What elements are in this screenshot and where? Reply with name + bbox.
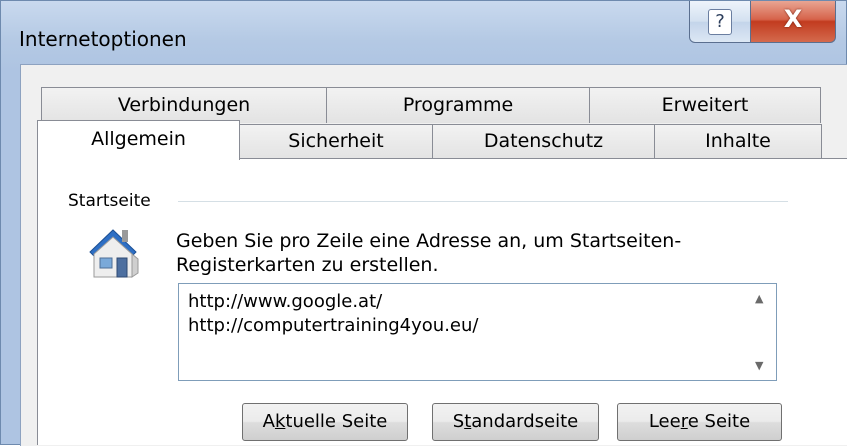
close-button[interactable]: X bbox=[750, 1, 836, 43]
tab-programme[interactable]: Programme bbox=[326, 87, 590, 123]
scroll-up-arrow-icon[interactable]: ▲ bbox=[755, 292, 763, 305]
textarea-scrollbar[interactable]: ▲ ▼ bbox=[746, 284, 776, 380]
startseite-url-textarea[interactable]: http://www.google.at/ http://computertra… bbox=[178, 283, 777, 381]
url-line: http://www.google.at/ bbox=[188, 291, 383, 312]
scroll-down-arrow-icon[interactable]: ▼ bbox=[755, 359, 763, 372]
help-icon: ? bbox=[708, 9, 732, 35]
tab-datenschutz[interactable]: Datenschutz bbox=[432, 124, 655, 159]
window-title: Internetoptionen bbox=[19, 27, 187, 51]
tab-verbindungen[interactable]: Verbindungen bbox=[41, 87, 327, 123]
help-button[interactable]: ? bbox=[689, 1, 751, 43]
close-icon: X bbox=[783, 5, 803, 33]
tab-allgemein[interactable]: Allgemein bbox=[37, 120, 240, 160]
blank-page-button[interactable]: Leere Seite bbox=[617, 403, 782, 441]
description-line-1: Geben Sie pro Zeile eine Adresse an, um … bbox=[176, 230, 682, 252]
tab-inhalte[interactable]: Inhalte bbox=[654, 124, 822, 159]
startseite-description: Geben Sie pro Zeile eine Adresse an, um … bbox=[176, 229, 736, 277]
tab-erweitert[interactable]: Erweitert bbox=[589, 87, 821, 123]
group-label-startseite: Startseite bbox=[68, 191, 159, 211]
house-icon bbox=[89, 229, 139, 278]
current-page-button[interactable]: Aktuelle Seite bbox=[242, 403, 408, 441]
group-divider bbox=[178, 201, 788, 202]
url-line: http://computertraining4you.eu/ bbox=[188, 315, 479, 336]
description-line-2: Registerkarten zu erstellen. bbox=[176, 254, 439, 276]
tab-sicherheit[interactable]: Sicherheit bbox=[239, 124, 433, 159]
default-page-button[interactable]: Standardseite bbox=[432, 403, 599, 441]
